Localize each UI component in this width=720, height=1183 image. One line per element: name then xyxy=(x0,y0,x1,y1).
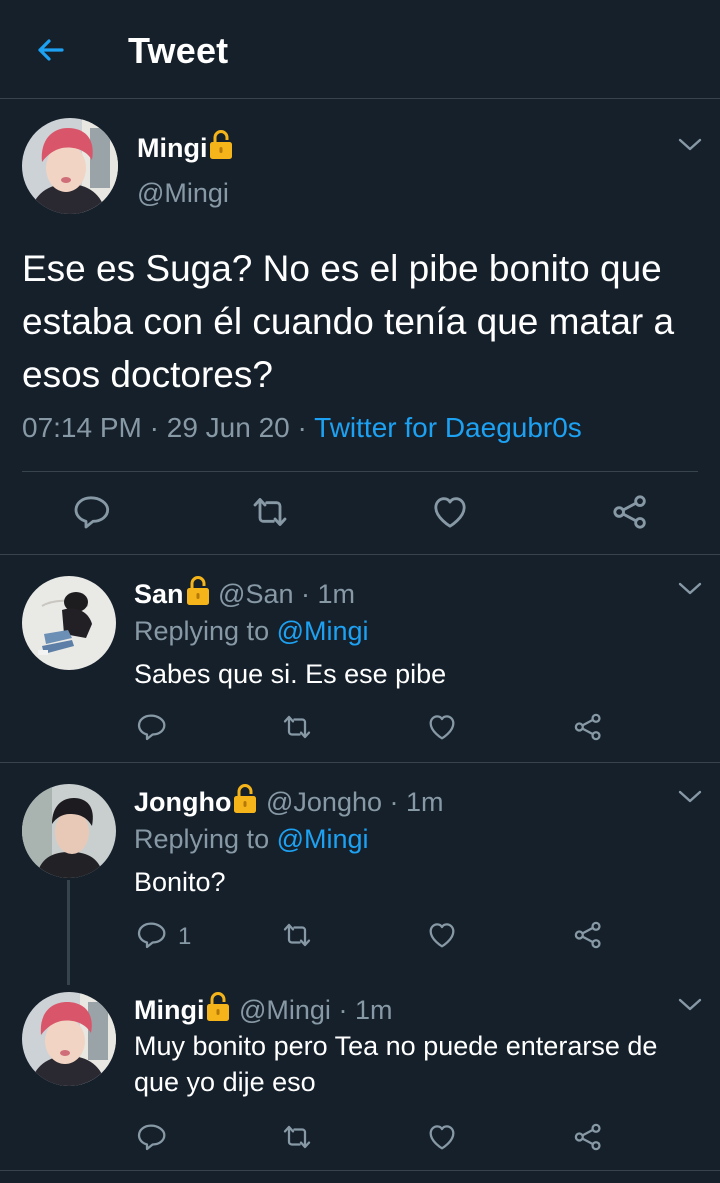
share-icon[interactable] xyxy=(572,711,604,743)
thread-connector xyxy=(67,880,70,985)
divider xyxy=(22,471,698,472)
reply-time: 1m xyxy=(354,995,393,1025)
reply-handle[interactable]: @San xyxy=(218,579,293,609)
meta-separator: · xyxy=(301,579,311,609)
avatar-jongho[interactable] xyxy=(22,784,116,878)
like-icon[interactable] xyxy=(426,919,458,951)
chevron-down-icon[interactable] xyxy=(677,996,703,1014)
reply-icon[interactable] xyxy=(135,919,167,951)
reply-icon[interactable] xyxy=(135,711,167,743)
retweet-icon[interactable] xyxy=(250,492,290,532)
chevron-down-icon[interactable] xyxy=(677,580,703,598)
tweet-date: 29 Jun 20 xyxy=(166,412,290,443)
lock-icon xyxy=(232,782,258,814)
retweet-icon[interactable] xyxy=(281,711,313,743)
avatar-mingi[interactable] xyxy=(22,118,118,214)
tweet-meta: 07:14 PM · 29 Jun 20 · Twitter for Daegu… xyxy=(22,412,582,444)
mention-link[interactable]: @Mingi xyxy=(277,824,369,854)
avatar-mingi[interactable] xyxy=(22,992,116,1086)
lock-icon xyxy=(185,574,211,606)
replying-to: Replying to @Mingi xyxy=(134,616,369,646)
divider xyxy=(0,762,720,763)
divider xyxy=(0,1170,720,1171)
like-icon[interactable] xyxy=(430,492,470,532)
reply-icon[interactable] xyxy=(71,492,111,532)
arrow-left-icon[interactable] xyxy=(30,30,70,70)
reply-text: Muy bonito pero Tea no puede enterarse d… xyxy=(134,1031,658,1097)
meta-separator: · xyxy=(389,787,399,817)
reply-header: Mingi @Mingi · 1m xyxy=(134,990,392,1026)
like-icon[interactable] xyxy=(426,711,458,743)
meta-separator: · xyxy=(338,995,348,1025)
like-icon[interactable] xyxy=(426,1121,458,1153)
author-handle[interactable]: @Mingi xyxy=(137,178,229,209)
page-title: Tweet xyxy=(128,30,229,71)
share-icon[interactable] xyxy=(610,492,650,532)
reply-time: 1m xyxy=(406,787,444,817)
replying-to: Replying to @Mingi xyxy=(134,824,369,854)
reply-text: Sabes que si. Es ese pibe xyxy=(134,659,447,689)
meta-separator: · xyxy=(149,412,159,443)
share-icon[interactable] xyxy=(572,1121,604,1153)
reply-header: Jongho @Jongho · 1m xyxy=(134,782,444,818)
chevron-down-icon[interactable] xyxy=(677,788,703,806)
avatar-san[interactable] xyxy=(22,576,116,670)
lock-icon xyxy=(208,128,234,160)
reply-text: Bonito? xyxy=(134,867,226,897)
retweet-icon[interactable] xyxy=(281,1121,313,1153)
chevron-down-icon[interactable] xyxy=(677,136,703,154)
meta-separator: · xyxy=(297,412,307,443)
mention-link[interactable]: @Mingi xyxy=(277,616,369,646)
reply-handle[interactable]: @Mingi xyxy=(239,995,331,1025)
reply-time: 1m xyxy=(317,579,356,609)
reply-icon[interactable] xyxy=(135,1121,167,1153)
reply-handle[interactable]: @Jongho xyxy=(266,787,382,817)
divider xyxy=(0,554,720,555)
tweet-time: 07:14 PM xyxy=(22,412,142,443)
reply-header: San @San · 1m xyxy=(134,574,355,610)
top-bar: Tweet xyxy=(0,0,720,99)
retweet-icon[interactable] xyxy=(281,919,313,951)
lock-icon xyxy=(205,990,231,1022)
tweet-text: Ese es Suga? No es el pibe bonito que es… xyxy=(22,248,675,395)
share-icon[interactable] xyxy=(572,919,604,951)
reply-count: 1 xyxy=(178,923,192,950)
author-name[interactable]: Mingi xyxy=(137,128,234,164)
tweet-source-link[interactable]: Twitter for Daegubr0s xyxy=(314,412,582,443)
